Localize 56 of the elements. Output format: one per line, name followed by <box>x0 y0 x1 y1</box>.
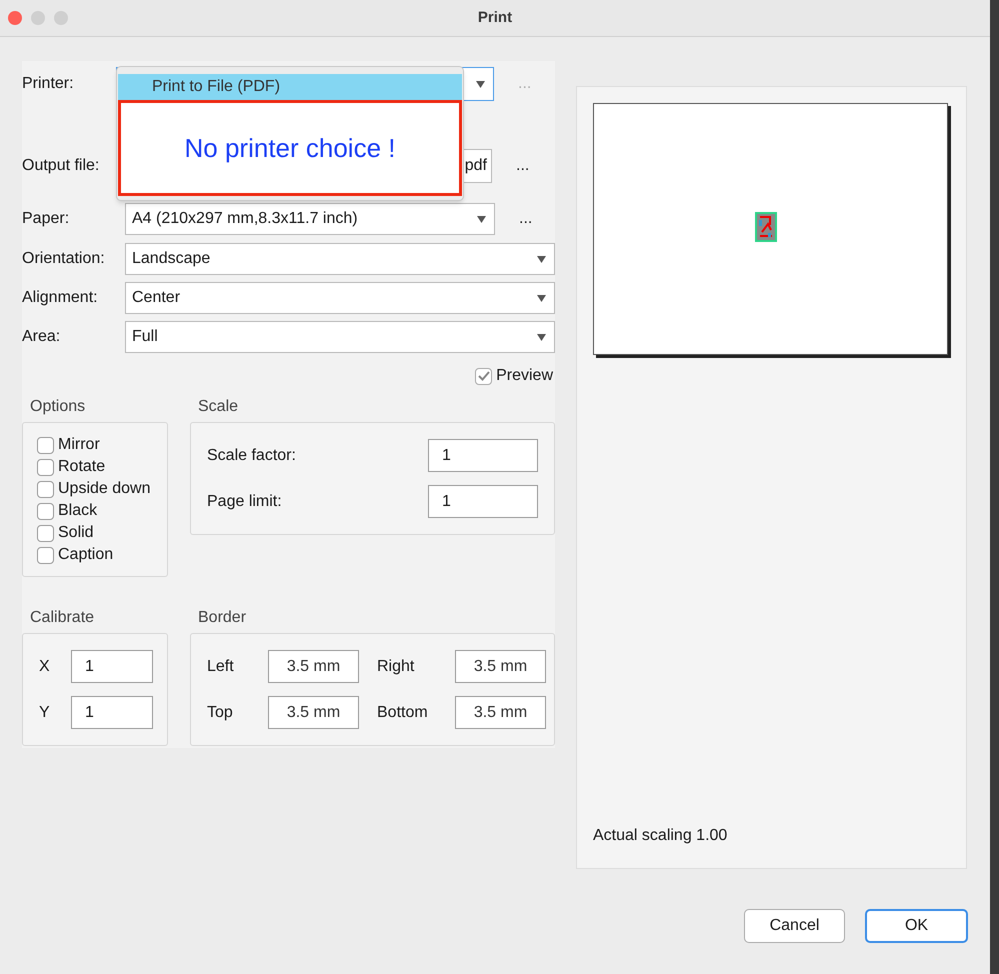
option-checkbox[interactable]: Rotate <box>37 457 167 477</box>
option-checkbox[interactable]: Caption <box>37 545 167 565</box>
measurement-field[interactable]: 3.5 mm <box>455 696 546 729</box>
field-label: Y <box>39 702 51 722</box>
field-label: Page limit: <box>207 492 282 512</box>
warning-message: No printer choice ! <box>118 100 462 196</box>
option-checkbox[interactable]: Upside down <box>37 479 167 499</box>
dropdown-select[interactable]: Center <box>125 282 555 314</box>
group-title: Scale <box>198 397 240 417</box>
number-field[interactable]: 1 <box>428 485 538 518</box>
measurement-field[interactable]: 3.5 mm <box>455 650 546 683</box>
field-label: Alignment: <box>22 288 99 308</box>
close-icon[interactable] <box>8 11 22 25</box>
check-icon <box>478 371 490 381</box>
zoom-icon[interactable] <box>54 11 68 25</box>
more-button: ... <box>516 72 534 96</box>
field-label: X <box>39 656 51 676</box>
paper-select[interactable]: A4 (210x297 mm,8.3x11.7 inch) <box>125 203 495 235</box>
number-field[interactable]: 1 <box>428 439 538 472</box>
field-label: Paper: <box>22 209 70 229</box>
menu-option[interactable]: Print to File (PDF) <box>118 74 462 100</box>
field-label: Area: <box>22 327 62 347</box>
caret-icon <box>537 334 546 340</box>
more-button[interactable]: ... <box>514 154 532 178</box>
caret-icon <box>477 216 486 222</box>
measurement-field[interactable]: 3.5 mm <box>268 696 359 729</box>
minimize-icon[interactable] <box>31 11 45 25</box>
caret-icon <box>537 294 546 302</box>
field-label: Right <box>377 656 416 676</box>
field-label: Top <box>207 702 234 722</box>
scaling-caption: Actual scaling 1.00 <box>593 826 728 846</box>
option-checkbox[interactable]: Mirror <box>37 435 167 455</box>
option-checkbox[interactable]: Solid <box>37 523 167 543</box>
group-title: Border <box>198 608 248 628</box>
caret-icon <box>537 256 546 262</box>
more-button[interactable]: ... <box>517 207 534 231</box>
field-label: Bottom <box>377 702 429 722</box>
group-title: Calibrate <box>30 608 96 628</box>
field-label: Output file: <box>22 156 100 176</box>
field-label: Left <box>207 656 235 676</box>
field-label: Scale factor: <box>207 446 296 466</box>
dropdown-select[interactable]: Full <box>125 321 555 353</box>
window-title: Print <box>478 8 512 28</box>
dialog-button[interactable]: Cancel <box>744 909 845 943</box>
number-field[interactable]: 1 <box>71 650 153 683</box>
number-field[interactable]: 1 <box>71 696 153 729</box>
group-title: Options <box>30 397 86 417</box>
board-thumbnail-drawing <box>754 212 776 242</box>
dialog-button[interactable]: OK <box>865 909 968 943</box>
dropdown-select[interactable]: Landscape <box>125 243 555 275</box>
field-label: Orientation: <box>22 249 106 269</box>
field-label: Printer: <box>22 74 75 94</box>
measurement-field[interactable]: 3.5 mm <box>268 650 359 683</box>
caret-icon <box>476 80 485 88</box>
option-checkbox[interactable]: Black <box>37 501 167 521</box>
preview-checkbox[interactable]: Preview <box>475 364 553 388</box>
